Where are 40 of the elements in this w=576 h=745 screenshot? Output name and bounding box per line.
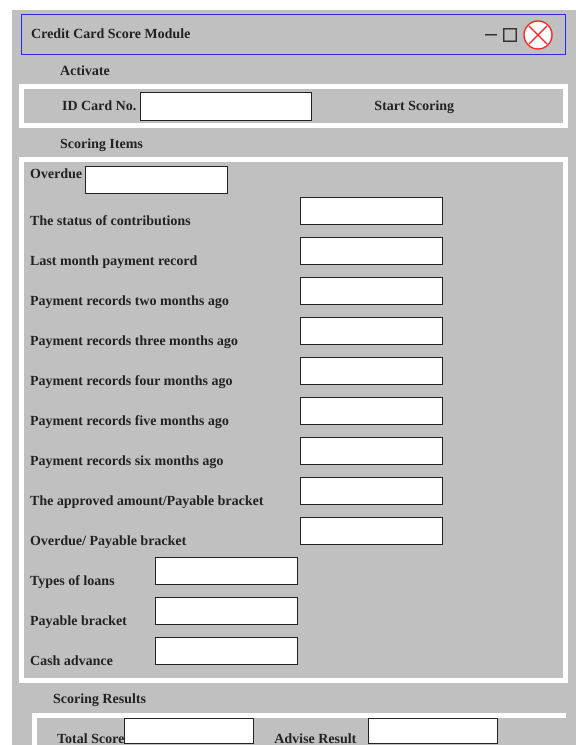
item-field[interactable] — [155, 637, 298, 665]
item-label: Payment records six months ago — [30, 453, 224, 471]
item-label: Payable bracket — [30, 613, 128, 631]
section-heading: Activate — [60, 63, 111, 81]
field-label: ID Card No. — [62, 98, 136, 116]
item-label: Overdue/ Payable bracket — [30, 533, 188, 551]
item-label: Payment records two months ago — [30, 293, 230, 311]
item-field[interactable] — [300, 197, 443, 225]
item-label: Overdue — [30, 166, 82, 184]
item-field[interactable] — [300, 437, 443, 465]
item-label: Types of loans — [30, 573, 116, 591]
item-label: The status of contributions — [30, 213, 192, 231]
section-heading: Scoring Items — [60, 136, 144, 154]
item-field[interactable] — [300, 237, 443, 265]
field-label: Total Score — [57, 732, 124, 745]
item-field[interactable] — [300, 277, 443, 305]
section-heading: Scoring Results — [53, 691, 147, 709]
total-score-field[interactable] — [124, 718, 254, 744]
item-field[interactable] — [155, 557, 298, 585]
window-title: Credit Card Score Module — [31, 26, 190, 44]
item-label: Payment records three months ago — [30, 333, 239, 351]
item-field[interactable] — [300, 317, 443, 345]
minimize-icon[interactable] — [485, 34, 497, 36]
item-label: Payment records four months ago — [30, 373, 234, 391]
maximize-icon[interactable] — [503, 28, 517, 42]
item-label: Payment records five months ago — [30, 413, 230, 431]
item-label: Cash advance — [30, 653, 114, 671]
close-icon[interactable] — [523, 20, 553, 50]
start-scoring-button[interactable]: Start Scoring — [374, 96, 454, 116]
item-field[interactable] — [85, 166, 228, 194]
id-card-field[interactable] — [140, 92, 312, 120]
item-label: Last month payment record — [30, 253, 198, 271]
item-field[interactable] — [300, 517, 443, 545]
advise-result-field[interactable] — [368, 718, 498, 744]
item-field[interactable] — [300, 397, 443, 425]
item-field[interactable] — [300, 477, 443, 505]
item-field[interactable] — [155, 597, 298, 625]
field-label: Advise Result — [274, 732, 356, 745]
item-field[interactable] — [300, 357, 443, 385]
item-label: The approved amount/Payable bracket — [30, 493, 264, 511]
